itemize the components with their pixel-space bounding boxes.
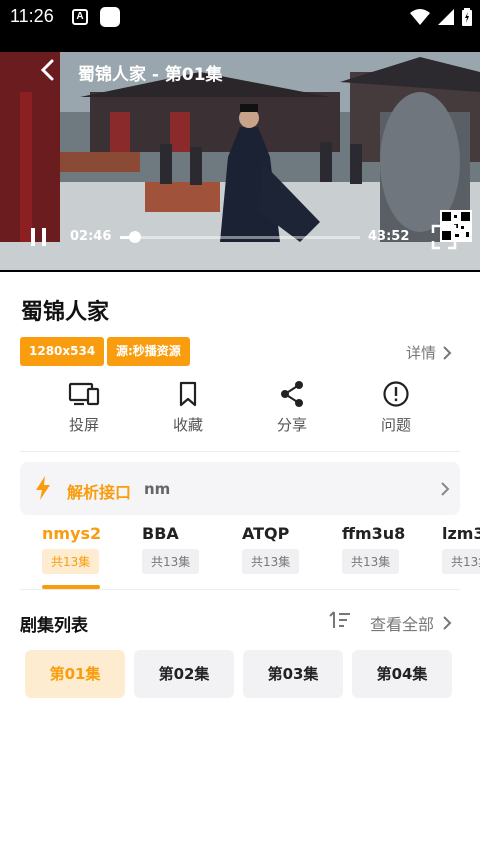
parse-api-row[interactable]: 解析接口 nm xyxy=(20,462,460,515)
player-controls: 02:46 43:52 xyxy=(0,222,480,252)
pause-icon[interactable] xyxy=(30,227,48,247)
current-time: 02:46 xyxy=(70,229,112,244)
progress-thumb[interactable] xyxy=(129,231,142,243)
view-all-link[interactable]: 查看全部 xyxy=(370,611,452,635)
player-top-bar: 蜀锦人家 - 第01集 xyxy=(0,52,480,88)
share-button[interactable]: 分享 xyxy=(257,380,327,435)
show-title: 蜀锦人家 xyxy=(21,300,110,325)
sort-icon[interactable] xyxy=(329,610,351,630)
player-title: 蜀锦人家 - 第01集 xyxy=(78,65,223,85)
duration: 43:52 xyxy=(368,229,410,244)
source-name: lzm3u8 xyxy=(442,524,480,543)
cast-button[interactable]: 投屏 xyxy=(49,380,119,435)
episode-button[interactable]: 第01集 xyxy=(25,650,125,698)
chevron-right-icon xyxy=(443,616,452,630)
source-tab-atqp[interactable]: ATQP 共13集 xyxy=(242,524,332,574)
divider xyxy=(20,451,460,452)
cast-icon xyxy=(68,382,100,406)
divider xyxy=(20,589,460,590)
notification-a-icon: A xyxy=(72,9,88,25)
api-label: 解析接口 xyxy=(67,483,132,502)
chevron-right-icon xyxy=(441,482,450,496)
source-count: 共13集 xyxy=(42,549,100,574)
source-name: ATQP xyxy=(242,524,290,543)
bookmark-icon xyxy=(179,381,197,407)
progress-bar[interactable] xyxy=(120,231,360,243)
video-player[interactable]: 蜀锦人家 - 第01集 02:46 43:52 xyxy=(0,34,480,272)
episode-button[interactable]: 第02集 xyxy=(134,650,234,698)
action-row: 投屏 收藏 分享 问题 xyxy=(0,380,480,440)
resolution-tag: 1280x534 xyxy=(20,337,105,366)
source-name: ffm3u8 xyxy=(342,524,406,543)
lightning-icon xyxy=(36,476,50,500)
report-label: 问题 xyxy=(380,416,411,434)
back-arrow-icon[interactable] xyxy=(36,58,60,82)
source-tab-bba[interactable]: BBA 共13集 xyxy=(142,524,232,574)
alert-circle-icon xyxy=(383,381,409,407)
favorite-button[interactable]: 收藏 xyxy=(153,380,223,435)
episode-button[interactable]: 第03集 xyxy=(243,650,343,698)
wifi-icon xyxy=(410,9,430,25)
battery-icon xyxy=(462,8,472,26)
source-count: 共13集 xyxy=(242,549,300,574)
report-button[interactable]: 问题 xyxy=(361,380,431,435)
source-count: 共13集 xyxy=(342,549,400,574)
cast-label: 投屏 xyxy=(68,416,99,434)
view-all-label: 查看全部 xyxy=(369,615,434,634)
chevron-right-icon xyxy=(443,345,452,360)
source-name: nmys2 xyxy=(42,524,102,543)
fullscreen-icon[interactable] xyxy=(430,223,458,251)
detail-label: 详情 xyxy=(405,344,436,362)
status-bar: 11:26 A xyxy=(0,0,480,34)
api-value: nm xyxy=(144,480,171,498)
episode-button[interactable]: 第04集 xyxy=(352,650,452,698)
source-tab-lzm3u8[interactable]: lzm3u8 共13集 xyxy=(442,524,480,574)
share-label: 分享 xyxy=(276,416,307,434)
source-tag: 源:秒播资源 xyxy=(107,337,190,366)
source-tabs: nmys2 共13集 BBA 共13集 ATQP 共13集 ffm3u8 共13… xyxy=(0,524,480,590)
source-name: BBA xyxy=(142,524,179,543)
share-icon xyxy=(281,381,303,407)
status-time: 11:26 xyxy=(10,6,54,26)
source-tab-ffm3u8[interactable]: ffm3u8 共13集 xyxy=(342,524,432,574)
signal-icon xyxy=(438,9,454,25)
notification-square-icon xyxy=(100,7,120,27)
source-tab-nmys2[interactable]: nmys2 共13集 xyxy=(42,524,132,574)
favorite-label: 收藏 xyxy=(172,416,203,434)
detail-link[interactable]: 详情 xyxy=(406,342,452,363)
source-count: 共13集 xyxy=(442,549,480,574)
episode-list-header: 剧集列表 xyxy=(20,616,88,636)
source-count: 共13集 xyxy=(142,549,200,574)
